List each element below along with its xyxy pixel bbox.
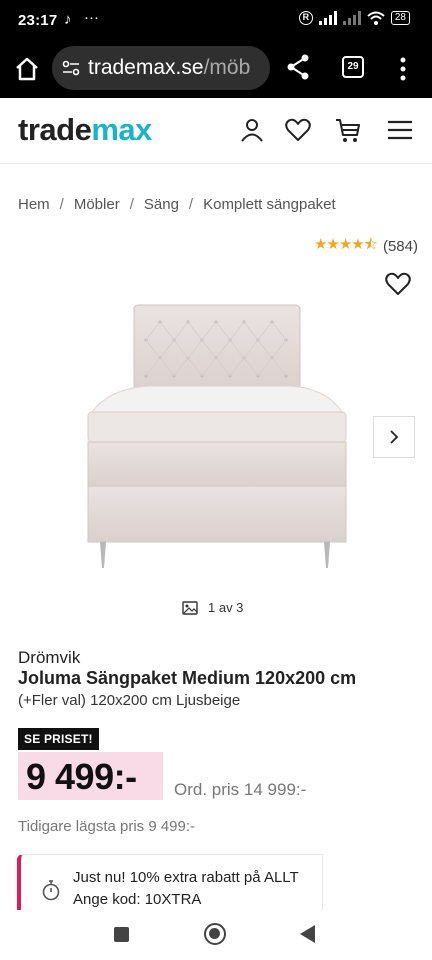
promo-banner: Just nu! 10% extra rabatt på ALLT Ange k… xyxy=(17,854,323,914)
address-bar[interactable]: trademax.se/möb xyxy=(52,46,270,90)
product-rating[interactable]: ★★★★⯪ (584) xyxy=(314,234,418,259)
promo-code-text: Ange kod: 10XTRA xyxy=(73,891,202,908)
status-time: 23:17 xyxy=(18,12,58,29)
share-icon[interactable] xyxy=(286,54,310,80)
registered-icon: R xyxy=(298,11,313,25)
breadcrumb: Hem / Möbler / Säng / Komplett sängpaket xyxy=(18,196,336,213)
image-counter-text: 1 av 3 xyxy=(208,600,244,615)
original-price: Ord. pris 14 999:- xyxy=(174,780,307,799)
product-brand[interactable]: Drömvik xyxy=(18,648,80,668)
site-settings-icon[interactable] xyxy=(62,59,80,77)
wifi-icon xyxy=(367,11,385,25)
home-circle-icon[interactable] xyxy=(204,923,226,945)
breadcrumb-separator: / xyxy=(59,196,64,213)
site-header: trademax xyxy=(0,98,432,164)
product-image[interactable] xyxy=(80,300,352,575)
next-image-button[interactable] xyxy=(373,416,415,458)
breadcrumb-item-mobler[interactable]: Möbler xyxy=(74,196,120,213)
more-options-icon[interactable] xyxy=(398,56,408,82)
logo-part1: trade xyxy=(18,112,92,147)
breadcrumb-item-sang[interactable]: Säng xyxy=(144,196,179,213)
product-variant: (+Fler val) 120x200 cm Ljusbeige xyxy=(18,692,241,709)
price-box: 9 499:- xyxy=(18,752,163,800)
system-navigation-bar xyxy=(0,910,432,960)
lowest-previous-price: Tidigare lägsta pris 9 499:- xyxy=(18,818,196,835)
home-icon[interactable] xyxy=(12,54,42,84)
signal-2-icon xyxy=(342,11,361,25)
image-icon xyxy=(182,600,198,615)
account-icon[interactable] xyxy=(238,116,266,144)
tab-switcher-button[interactable]: 29 xyxy=(342,56,364,78)
chevron-right-icon xyxy=(390,430,399,444)
trademax-logo[interactable]: trademax xyxy=(18,112,152,148)
more-notifications-icon: ··· xyxy=(84,9,99,26)
recent-apps-icon[interactable] xyxy=(114,927,129,942)
product-price: 9 499:- xyxy=(26,756,137,797)
tiktok-icon: ♪ xyxy=(64,11,72,28)
image-counter: 1 av 3 xyxy=(182,600,243,615)
url-domain: trademax.se xyxy=(88,56,204,79)
hamburger-menu-icon[interactable] xyxy=(386,116,414,144)
price-badge: SE PRISET! xyxy=(18,728,99,750)
rating-count: (584) xyxy=(382,238,418,255)
breadcrumb-separator: / xyxy=(129,196,134,213)
status-bar: 23:17 ♪ ··· R 28 xyxy=(0,0,432,42)
promo-text: Just nu! 10% extra rabatt på ALLT xyxy=(73,869,299,886)
url-text[interactable]: trademax.se/möb xyxy=(88,56,250,80)
wishlist-heart-icon[interactable] xyxy=(284,116,312,144)
stopwatch-icon xyxy=(42,880,60,901)
product-title: Joluma Sängpaket Medium 120x200 cm xyxy=(18,668,357,688)
status-icons: R 28 xyxy=(298,11,410,25)
breadcrumb-item-komplett-sangpaket[interactable]: Komplett sängpaket xyxy=(203,196,336,213)
logo-part2: max xyxy=(91,112,152,147)
signal-icon xyxy=(318,11,337,25)
cart-icon[interactable] xyxy=(334,116,362,144)
battery-icon: 28 xyxy=(390,11,410,25)
breadcrumb-separator: / xyxy=(188,196,194,213)
breadcrumb-item-hem[interactable]: Hem xyxy=(18,196,50,213)
back-triangle-icon[interactable] xyxy=(300,925,315,943)
url-path: /möb xyxy=(203,56,251,79)
browser-toolbar: trademax.se/möb 29 xyxy=(0,42,432,98)
favorite-heart-icon[interactable] xyxy=(384,270,412,298)
rating-stars-icon: ★★★★⯪ xyxy=(313,236,378,253)
